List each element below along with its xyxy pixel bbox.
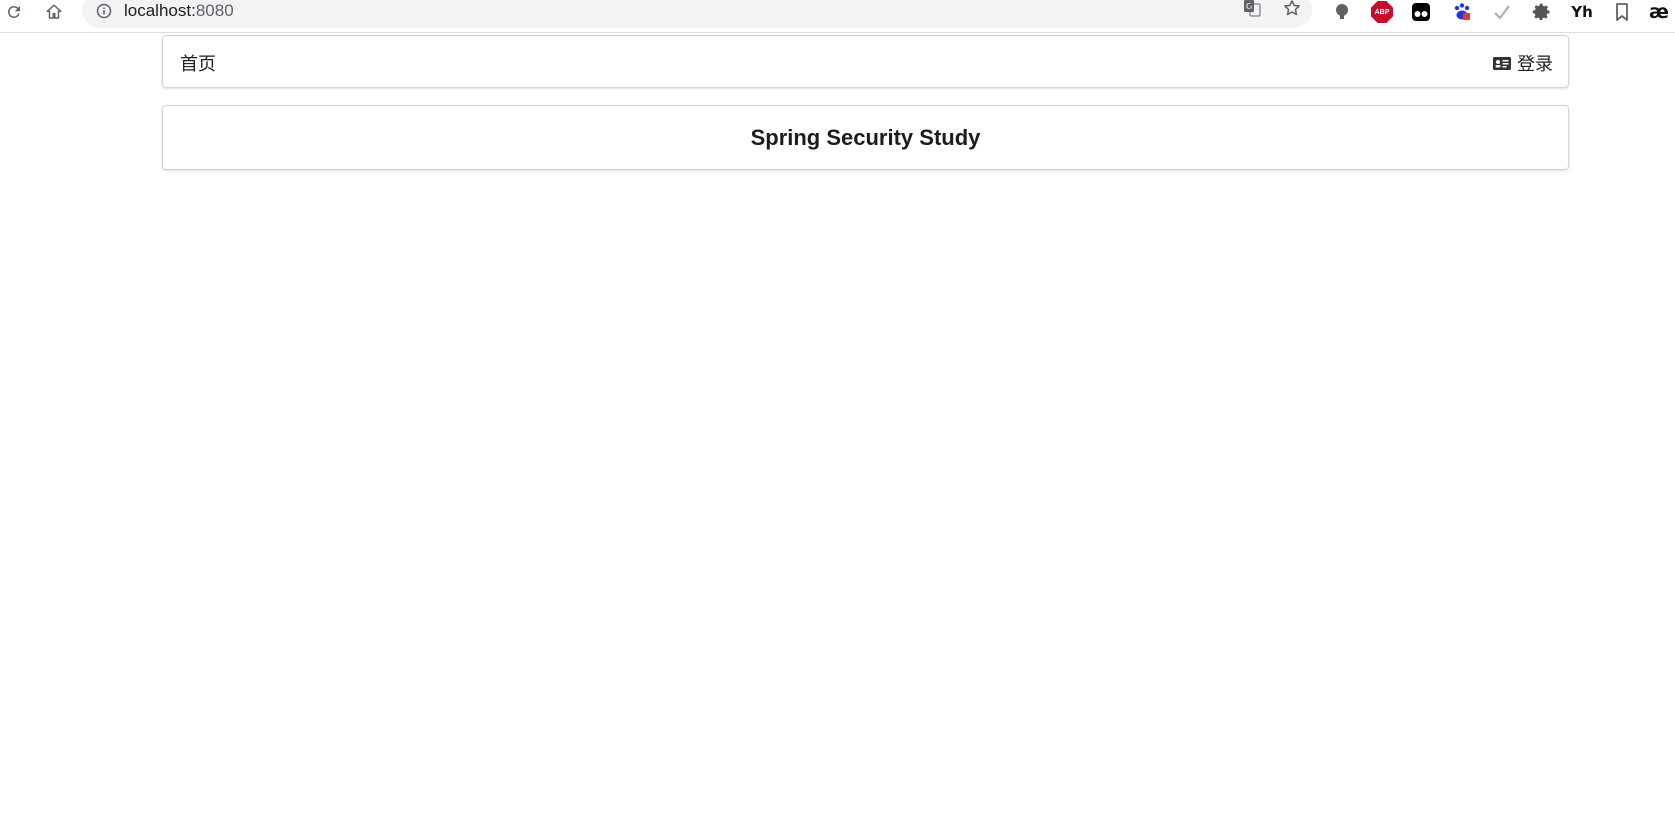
url-text: localhost:8080 xyxy=(124,1,234,21)
bookmark-icon[interactable] xyxy=(1608,0,1636,24)
id-card-icon xyxy=(1493,56,1511,70)
yh-icon[interactable]: Yh xyxy=(1568,0,1596,24)
site-info-icon[interactable] xyxy=(96,3,112,19)
title-segment: Spring Security Study xyxy=(162,105,1569,170)
abp-badge: ABP xyxy=(1371,1,1393,23)
baidu-paw-icon[interactable] xyxy=(1448,0,1476,24)
login-button[interactable]: 登录 xyxy=(1493,50,1553,76)
top-menu: 首页 登录 xyxy=(162,35,1569,88)
page-title: Spring Security Study xyxy=(750,124,981,150)
reload-icon[interactable] xyxy=(0,0,28,24)
yh-label: Yh xyxy=(1571,3,1593,21)
url-port: 8080 xyxy=(195,1,234,20)
home-icon[interactable] xyxy=(40,0,68,24)
bookmark-star-icon[interactable] xyxy=(1278,0,1306,20)
login-label: 登录 xyxy=(1517,54,1553,75)
address-bar[interactable]: localhost:8080 G xyxy=(82,0,1312,28)
ae-icon[interactable]: æ xyxy=(1645,0,1673,24)
menu-item-home[interactable]: 首页 xyxy=(180,50,216,76)
browser-toolbar: localhost:8080 G ABP Yh æ xyxy=(0,0,1675,33)
adblock-plus-icon[interactable]: ABP xyxy=(1368,0,1396,24)
ae-label: æ xyxy=(1649,1,1669,23)
gear-icon[interactable] xyxy=(1528,0,1556,24)
svg-text:G: G xyxy=(1246,2,1252,11)
check-icon[interactable] xyxy=(1488,0,1516,24)
lightbulb-icon[interactable] xyxy=(1328,0,1356,24)
tampermonkey-icon[interactable] xyxy=(1407,0,1435,24)
translate-icon[interactable]: G xyxy=(1238,0,1266,20)
url-host: localhost: xyxy=(124,1,196,20)
